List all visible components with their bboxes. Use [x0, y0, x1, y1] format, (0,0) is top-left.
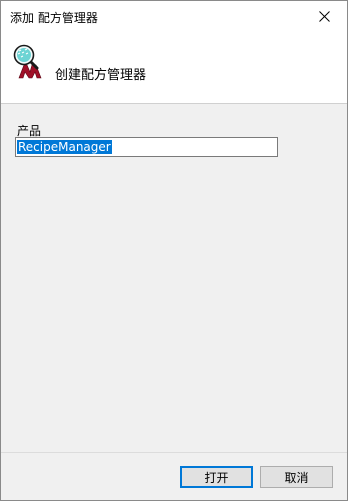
window-title: 添加 配方管理器 — [10, 11, 98, 25]
dialog-heading: 创建配方管理器 — [55, 68, 147, 83]
close-icon — [318, 10, 330, 22]
title-bar: 添加 配方管理器 — [1, 1, 347, 31]
product-input[interactable]: RecipeManager — [15, 137, 278, 157]
header-separator — [1, 103, 347, 104]
close-button[interactable] — [301, 1, 347, 31]
recipe-manager-magnifier-icon — [13, 44, 42, 79]
open-button[interactable]: 打开 — [180, 466, 253, 488]
add-recipe-manager-dialog: 添加 配方管理器 创建配方管理器 产品 RecipeManager 打开 取消 — [0, 0, 348, 501]
header-band: 创建配方管理器 — [1, 31, 347, 103]
cancel-button[interactable]: 取消 — [260, 466, 333, 488]
product-input-value: RecipeManager — [17, 140, 112, 154]
footer-separator — [1, 452, 347, 453]
